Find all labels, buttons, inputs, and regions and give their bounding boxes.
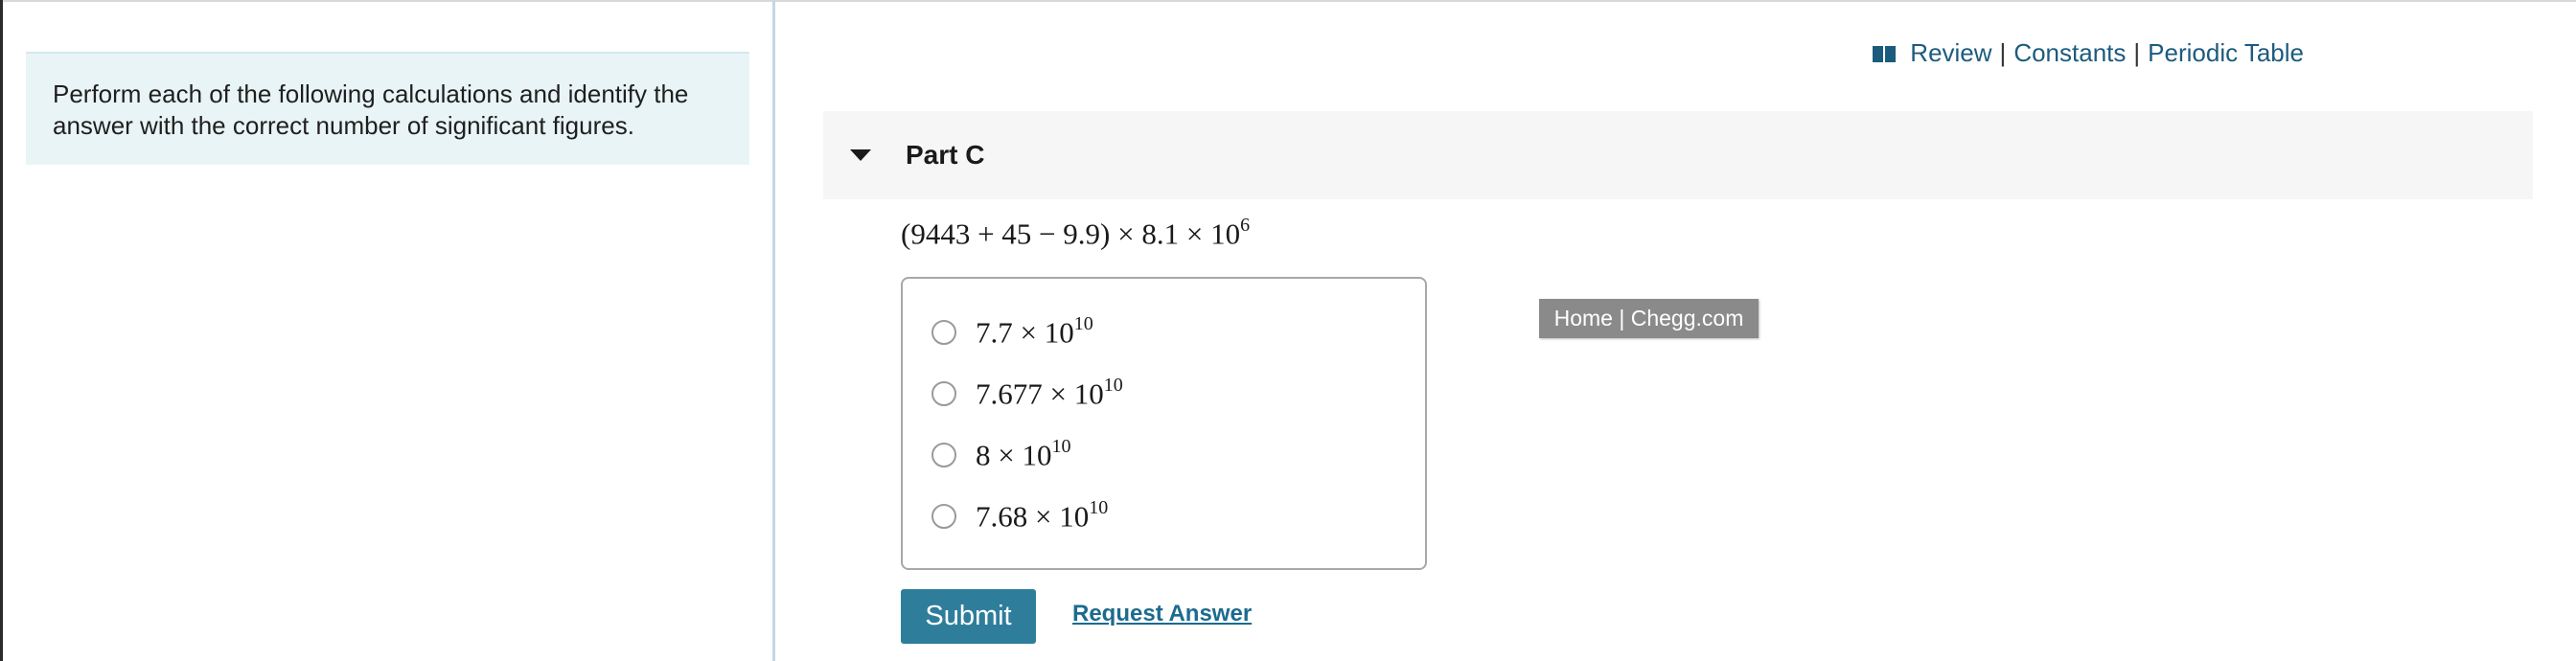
periodic-table-link[interactable]: Periodic Table: [2148, 38, 2304, 68]
submit-button[interactable]: Submit: [901, 589, 1036, 644]
answer-choices: 7.7 × 1010 7.677 × 1010 8 × 1010 7.68 × …: [901, 277, 1427, 570]
choice-mantissa: 7.7 × 10: [976, 315, 1074, 350]
choice-mantissa: 8 × 10: [976, 438, 1052, 472]
part-title: Part C: [906, 140, 985, 170]
book-icon: [1873, 45, 1897, 62]
choice-label: 7.7 × 1010: [976, 312, 1093, 350]
choice-option[interactable]: 7.7 × 1010: [932, 313, 1093, 352]
request-answer-link[interactable]: Request Answer: [1072, 601, 1252, 627]
choice-exponent: 10: [1051, 435, 1071, 457]
choice-exponent: 10: [1073, 312, 1093, 334]
intro-text: Perform each of the following calculatio…: [53, 80, 689, 140]
choice-option[interactable]: 7.68 × 1010: [932, 497, 1108, 536]
review-link[interactable]: Review: [1910, 38, 1991, 68]
question-expression: (9443 + 45 − 9.9) × 8.1 × 106: [901, 215, 1251, 251]
part-header[interactable]: Part C: [823, 111, 2533, 199]
choice-mantissa: 7.68 × 10: [976, 499, 1090, 534]
instructions-pane: Perform each of the following calculatio…: [3, 2, 772, 661]
radio-unchecked-icon[interactable]: [932, 504, 956, 529]
radio-unchecked-icon[interactable]: [932, 381, 956, 406]
link-separator: |: [2133, 38, 2141, 67]
link-tooltip: Home | Chegg.com: [1539, 299, 1759, 338]
link-separator: |: [1999, 38, 2007, 67]
choice-label: 7.68 × 1010: [976, 496, 1109, 534]
choice-mantissa: 7.677 × 10: [976, 376, 1104, 411]
choice-option[interactable]: 8 × 1010: [932, 436, 1070, 474]
radio-unchecked-icon[interactable]: [932, 320, 956, 345]
choice-label: 7.677 × 1010: [976, 374, 1123, 411]
intro-box: Perform each of the following calculatio…: [26, 52, 749, 165]
caret-down-icon[interactable]: [850, 149, 871, 161]
choice-option[interactable]: 7.677 × 1010: [932, 375, 1123, 413]
choice-exponent: 10: [1089, 496, 1109, 518]
constants-link[interactable]: Constants: [2013, 38, 2126, 68]
radio-unchecked-icon[interactable]: [932, 443, 956, 467]
expression-exponent: 6: [1240, 215, 1251, 236]
choice-exponent: 10: [1103, 374, 1123, 396]
question-pane: Review | Constants | Periodic Table Part…: [775, 2, 2576, 661]
expression-base: (9443 + 45 − 9.9) × 8.1 × 10: [901, 217, 1241, 251]
resource-links: Review | Constants | Periodic Table: [1872, 38, 2304, 68]
choice-label: 8 × 1010: [976, 435, 1071, 472]
